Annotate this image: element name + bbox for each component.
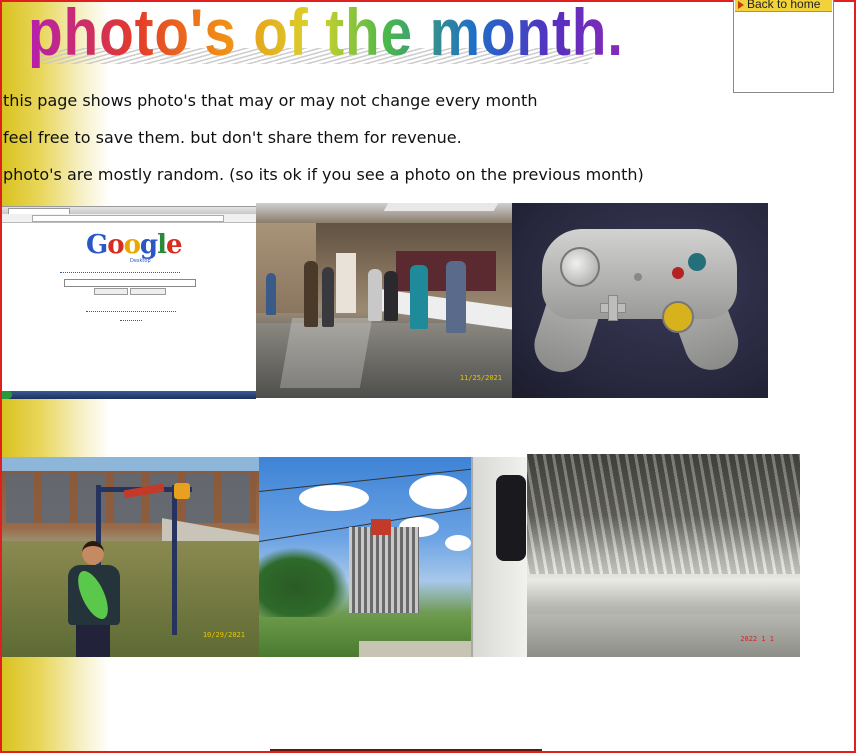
- dpad-vertical: [608, 295, 618, 321]
- control-stick: [560, 247, 600, 287]
- page-title: photo's of the month.: [28, 0, 624, 68]
- back-to-home-label: Back to home: [747, 0, 821, 11]
- photo-waterfall[interactable]: 2022 1 1: [527, 454, 800, 657]
- trailer-window: [496, 475, 526, 561]
- cloud: [409, 475, 467, 509]
- photo-gamecube-controller[interactable]: [512, 203, 768, 398]
- arrow-right-icon: [738, 0, 744, 9]
- photo-google-desktop[interactable]: Google Desktop: [2, 206, 256, 399]
- school-windows: [6, 473, 256, 523]
- bottom-divider: [270, 749, 542, 751]
- a-button: [688, 253, 706, 271]
- start-button-icon: [2, 391, 12, 399]
- c-stick: [662, 301, 694, 333]
- address-bar: [32, 215, 224, 222]
- intro-line-2: feel free to save them. but don't share …: [3, 128, 462, 147]
- test-stand-tower: [349, 527, 419, 613]
- intro-line-3: photo's are mostly random. (so its ok if…: [3, 165, 644, 184]
- playground-pole: [172, 485, 177, 635]
- google-links-row: [60, 272, 180, 276]
- person: [446, 261, 466, 333]
- falling-water: [527, 454, 800, 574]
- google-logo: Google: [86, 230, 183, 260]
- date-stamp: 2022 1 1: [740, 635, 774, 643]
- doorway: [336, 253, 356, 313]
- photo-test-stand[interactable]: [259, 457, 527, 657]
- photo-boy-playground[interactable]: 10/29/2021: [2, 457, 259, 657]
- person: [410, 265, 428, 329]
- start-button: [634, 273, 642, 281]
- google-desktop-label: Desktop: [130, 258, 151, 264]
- google-search-box: [64, 279, 196, 287]
- date-stamp: 11/25/2021: [459, 374, 502, 382]
- person: [384, 271, 398, 321]
- photo-serving-table[interactable]: 11/25/2021: [256, 203, 512, 398]
- cloud: [299, 485, 369, 511]
- person: [368, 269, 382, 321]
- google-footer-links: [86, 311, 176, 314]
- trees: [259, 547, 349, 627]
- google-search-button-2: [130, 288, 166, 295]
- person: [304, 261, 318, 327]
- date-stamp: 10/29/2021: [202, 631, 245, 639]
- intro-line-1: this page shows photo's that may or may …: [3, 91, 538, 110]
- boy-head: [82, 541, 104, 565]
- google-search-button: [94, 288, 128, 295]
- playground-yellow-part: [174, 483, 190, 499]
- back-to-home-frame: Back to home: [733, 0, 834, 93]
- person: [322, 267, 334, 327]
- page-title-banner: photo's of the month.: [27, 0, 721, 72]
- back-to-home-button[interactable]: Back to home: [735, 0, 832, 12]
- boy-legs: [76, 625, 110, 657]
- person: [266, 273, 276, 315]
- b-button: [672, 267, 684, 279]
- tower-top: [371, 519, 391, 535]
- boy: [64, 541, 124, 657]
- browser-titlebar: [2, 207, 256, 215]
- skylight: [383, 203, 499, 211]
- windows-taskbar: [2, 391, 256, 399]
- google-copyright: [120, 320, 142, 323]
- floor-reflection: [279, 318, 373, 388]
- grass: [2, 541, 259, 657]
- cloud: [445, 535, 471, 551]
